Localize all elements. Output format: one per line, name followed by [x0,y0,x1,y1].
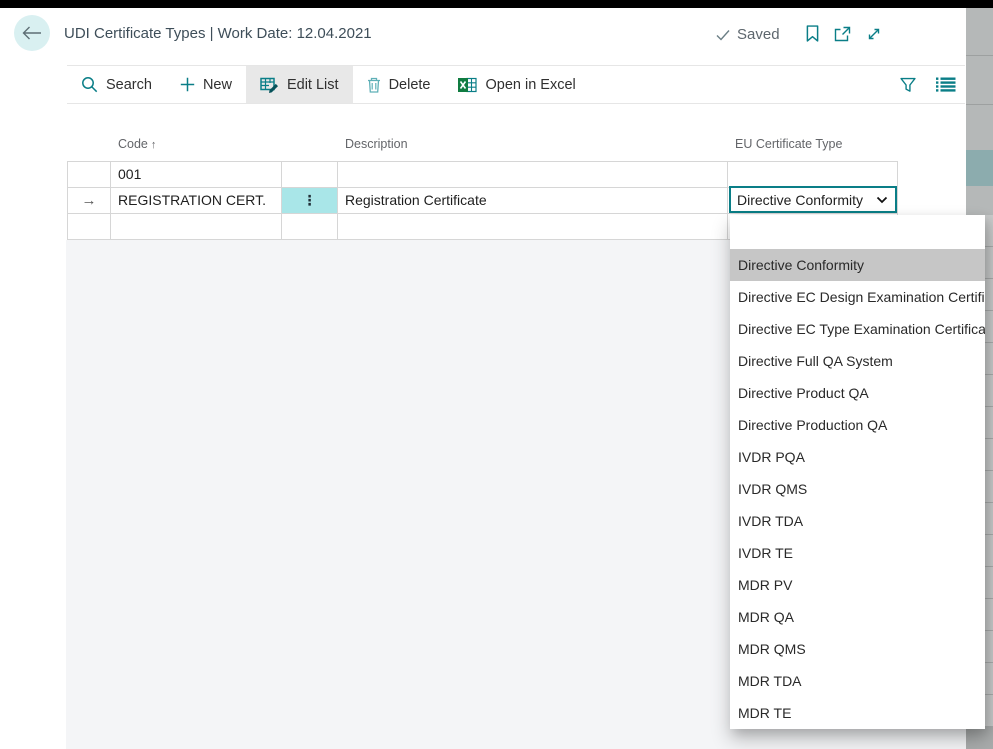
description-cell[interactable]: Registration Certificate [338,188,728,214]
strip-divider [966,104,993,105]
plus-icon [180,77,195,92]
row-menu-cell[interactable] [282,162,338,188]
action-toolbar: Search New Edit List Delete [67,65,965,104]
column-header-eu-label: EU Certificate Type [735,137,842,151]
dropdown-option[interactable]: MDR TE [730,697,985,729]
row-menu-cell[interactable] [282,214,338,240]
filter-icon[interactable] [899,77,917,93]
dropdown-option[interactable]: Directive Product QA [730,377,985,409]
page-title: UDI Certificate Types | Work Date: 12.04… [64,25,372,42]
dropdown-option[interactable]: Directive Production QA [730,409,985,441]
edit-table-icon [260,77,279,93]
column-header-description[interactable]: Description [345,137,408,151]
eu-certificate-type-dropdown: Directive Conformity Directive EC Design… [730,215,985,729]
dropdown-option[interactable]: Directive Conformity [730,249,985,281]
row-selector-cell[interactable] [68,162,111,188]
delete-button[interactable]: Delete [353,66,445,103]
new-label: New [203,77,232,93]
eu-certificate-type-select[interactable]: Directive Conformity [729,186,897,213]
open-in-excel-button[interactable]: Open in Excel [444,66,589,103]
udi-certificate-types-page: UDI Certificate Types | Work Date: 12.04… [0,0,993,749]
search-button[interactable]: Search [67,66,166,103]
dropdown-option[interactable]: MDR TDA [730,665,985,697]
search-icon [81,76,98,93]
edit-list-button[interactable]: Edit List [246,66,353,103]
row-indicator-cell: → [68,188,111,214]
strip-bottom-sliver [966,727,993,749]
expand-diagonal-icon[interactable] [866,26,882,42]
dropdown-option[interactable]: IVDR QMS [730,473,985,505]
description-cell[interactable] [338,214,728,240]
dropdown-option[interactable]: MDR PV [730,569,985,601]
row-menu-cell[interactable]: ⋮ [282,188,338,214]
dropdown-option[interactable] [730,215,985,249]
list-view-icon[interactable] [936,77,956,92]
column-header-description-label: Description [345,137,408,151]
window-top-edge [0,0,993,8]
strip-divider [966,55,993,56]
new-button[interactable]: New [166,66,246,103]
column-header-code[interactable]: Code↑ [118,137,156,151]
code-cell[interactable] [111,214,282,240]
strip-selected-row-sliver [966,150,993,186]
dropdown-option[interactable]: Directive Full QA System [730,345,985,377]
code-cell[interactable]: REGISTRATION CERT. [111,188,282,214]
checkmark-icon [716,29,730,41]
page-header-actions [806,25,896,42]
description-cell[interactable] [338,162,728,188]
search-label: Search [106,77,152,93]
code-cell[interactable]: 001 [111,162,282,188]
save-status: Saved [716,26,780,43]
dropdown-option[interactable]: IVDR PQA [730,441,985,473]
eu-certificate-type-cell[interactable] [728,162,898,188]
dropdown-option[interactable]: Directive EC Design Examination Certific… [730,281,985,313]
trash-icon [367,77,381,93]
back-button[interactable] [14,15,50,51]
column-header-code-label: Code [118,137,148,151]
bookmark-icon[interactable] [806,25,819,42]
open-in-excel-label: Open in Excel [485,77,575,93]
dropdown-option[interactable]: Directive EC Type Examination Certificat… [730,313,985,345]
excel-icon [458,77,477,93]
save-status-label: Saved [737,26,780,43]
dropdown-option[interactable]: IVDR TE [730,537,985,569]
edit-list-label: Edit List [287,77,339,93]
dropdown-option[interactable]: MDR QMS [730,633,985,665]
delete-label: Delete [389,77,431,93]
chevron-down-icon [876,196,895,204]
arrow-left-icon [22,26,42,40]
column-header-eu-certificate-type[interactable]: EU Certificate Type [735,137,842,151]
eu-select-value: Directive Conformity [731,192,876,208]
dropdown-option[interactable]: MDR QA [730,601,985,633]
dropdown-option[interactable]: IVDR TDA [730,505,985,537]
row-selector-cell[interactable] [68,214,111,240]
open-in-new-window-icon[interactable] [834,26,851,42]
sort-asc-icon: ↑ [151,139,157,151]
